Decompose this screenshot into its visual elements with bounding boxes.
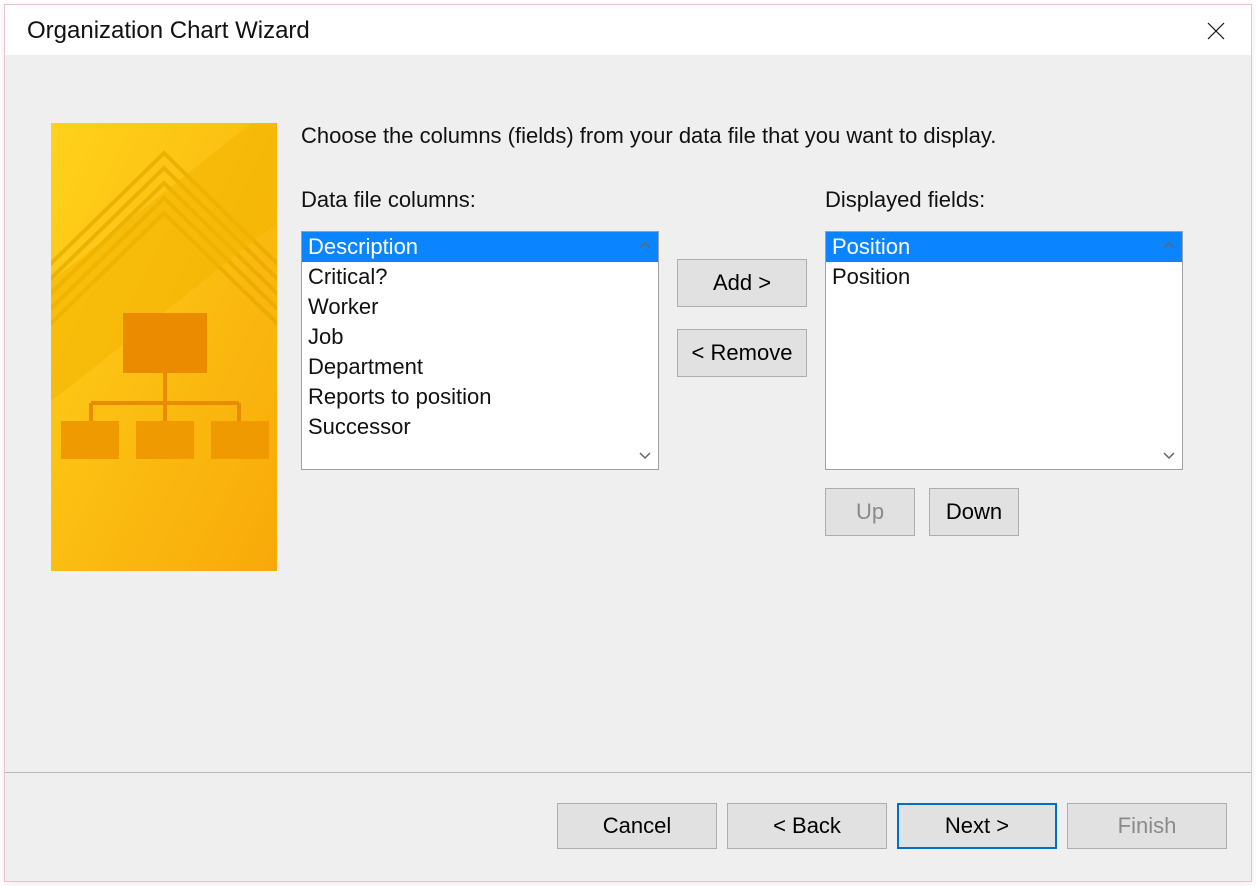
up-button[interactable]: Up (825, 488, 915, 536)
scroll-up-icon[interactable] (636, 236, 654, 254)
list-item[interactable]: Reports to position (302, 382, 658, 412)
list-item[interactable]: Worker (302, 292, 658, 322)
list-item[interactable]: Description (302, 232, 658, 262)
wizard-dialog: Organization Chart Wizard (4, 4, 1252, 882)
list-item[interactable]: Position (826, 262, 1182, 292)
data-file-columns-label: Data file columns: (301, 187, 659, 213)
down-button[interactable]: Down (929, 488, 1019, 536)
back-button[interactable]: < Back (727, 803, 887, 849)
scroll-down-icon[interactable] (636, 447, 654, 465)
list-item[interactable]: Job (302, 322, 658, 352)
list-item[interactable]: Department (302, 352, 658, 382)
wizard-graphic (51, 123, 277, 571)
add-button[interactable]: Add > (677, 259, 807, 307)
dialog-content: Choose the columns (fields) from your da… (5, 55, 1251, 772)
displayed-fields-listbox[interactable]: PositionPosition (825, 231, 1183, 470)
displayed-fields-label: Displayed fields: (825, 187, 1183, 213)
remove-button[interactable]: < Remove (677, 329, 807, 377)
list-item[interactable]: Critical? (302, 262, 658, 292)
instruction-text: Choose the columns (fields) from your da… (301, 123, 1215, 149)
cancel-button[interactable]: Cancel (557, 803, 717, 849)
titlebar: Organization Chart Wizard (5, 5, 1251, 55)
scroll-down-icon[interactable] (1160, 447, 1178, 465)
list-item[interactable]: Successor (302, 412, 658, 442)
finish-button[interactable]: Finish (1067, 803, 1227, 849)
next-button[interactable]: Next > (897, 803, 1057, 849)
data-file-columns-listbox[interactable]: DescriptionCritical?WorkerJobDepartmentR… (301, 231, 659, 470)
dialog-title: Organization Chart Wizard (27, 17, 310, 45)
close-icon[interactable] (1203, 18, 1229, 44)
list-item[interactable]: Position (826, 232, 1182, 262)
scroll-up-icon[interactable] (1160, 236, 1178, 254)
dialog-footer: Cancel < Back Next > Finish (5, 773, 1251, 881)
